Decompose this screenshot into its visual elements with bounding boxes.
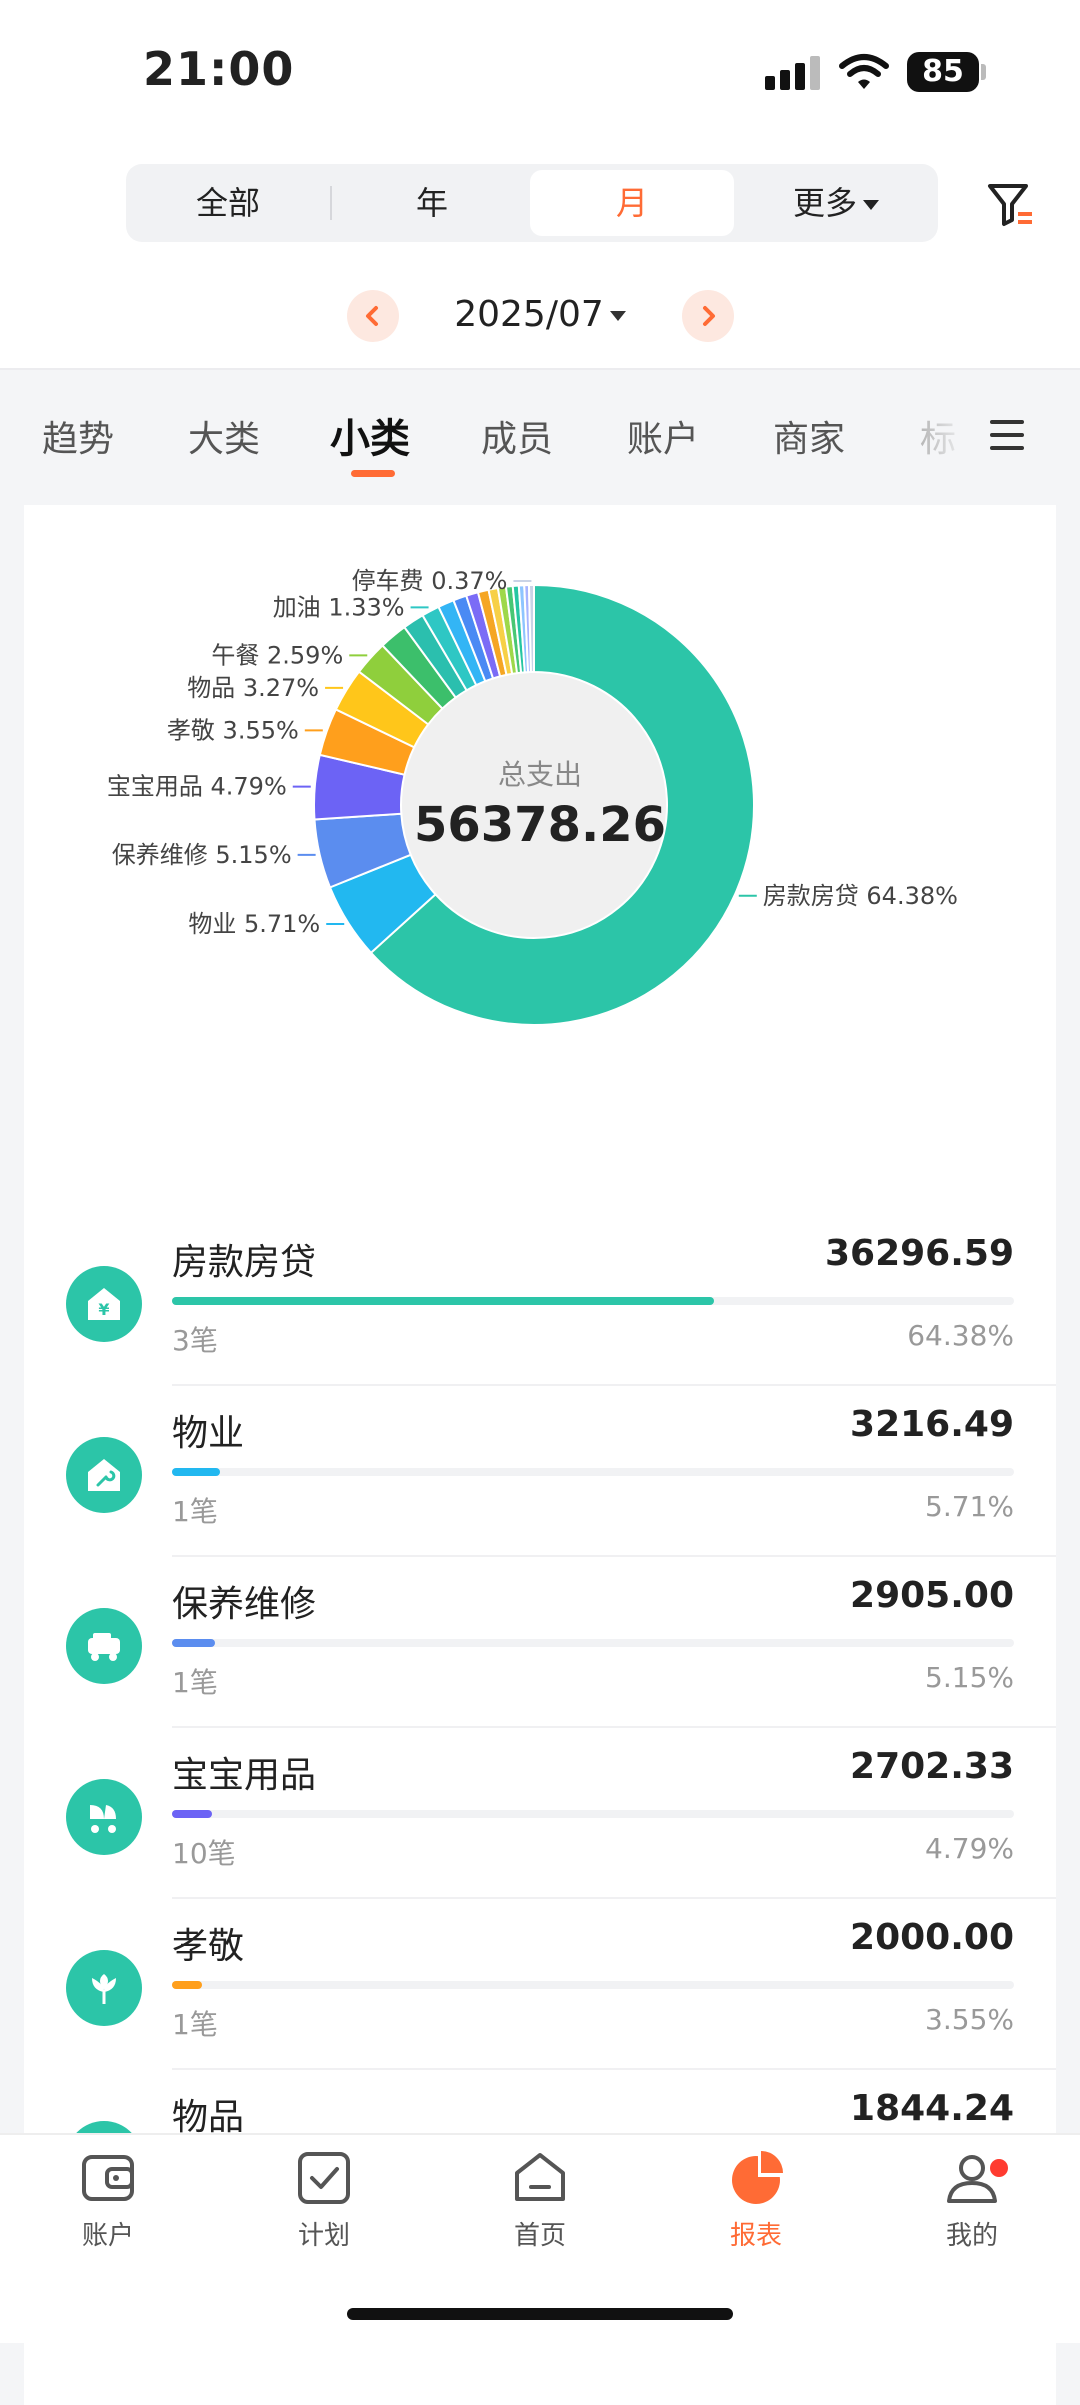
wifi-icon	[839, 54, 889, 89]
chevron-right-icon	[703, 306, 715, 326]
cellular-signal-icon	[765, 56, 825, 90]
category-progress-fill	[172, 1639, 216, 1647]
house-yuan-icon: ¥	[66, 1266, 142, 1342]
report-card: 房款房贷 64.38% 物业 5.71% 保养维修 5.15% 宝宝用品 4.79% 孝…	[24, 505, 1056, 2405]
category-amount: 2905.00	[850, 1575, 1014, 1616]
wallet-icon	[82, 2155, 134, 2201]
checkbox-icon	[298, 2152, 350, 2204]
tab-subcategory[interactable]: 小类	[330, 406, 410, 464]
flower-icon	[66, 1950, 142, 2026]
period-segmented-control: 全部 年 月 更多	[126, 164, 938, 242]
tab-overflow-fade	[910, 400, 970, 470]
car-wrench-icon	[66, 1608, 142, 1684]
svg-text:¥: ¥	[98, 1300, 109, 1319]
pie-chart-icon	[732, 2151, 783, 2204]
user-icon	[947, 2155, 997, 2203]
category-percent: 5.15%	[925, 1661, 1014, 1694]
battery-level: 85	[907, 52, 979, 92]
category-percent: 4.79%	[925, 1832, 1014, 1865]
category-row[interactable]: 宝宝用品 2702.33 10笔 4.79%	[24, 1728, 1056, 1899]
current-period[interactable]: 2025/07	[0, 294, 1080, 335]
notification-badge	[990, 2159, 1008, 2177]
baby-stroller-icon	[66, 1779, 142, 1855]
filter-icon[interactable]	[986, 180, 1036, 230]
category-progress-fill	[172, 1981, 202, 1989]
category-record-count: 1笔	[172, 2008, 218, 2041]
category-percent: 64.38%	[907, 1319, 1014, 1352]
tab-merchant[interactable]: 商家	[773, 410, 845, 462]
nav-profile[interactable]: 我的	[912, 2149, 1032, 2252]
category-row[interactable]: 物业 3216.49 1笔 5.71%	[24, 1386, 1056, 1557]
nav-account[interactable]: 账户	[48, 2149, 168, 2252]
category-record-count: 10笔	[172, 1837, 236, 1870]
category-name: 孝敬	[172, 1926, 245, 1967]
house-wrench-icon	[66, 1437, 142, 1513]
category-progress-track	[172, 1297, 1014, 1305]
home-indicator	[347, 2308, 733, 2320]
period-navigator: 2025/07	[0, 290, 1080, 350]
category-record-count: 1笔	[172, 1666, 218, 1699]
slice-label: 停车费 0.37%	[352, 567, 508, 595]
slice-label: 加油 1.33%	[273, 593, 405, 621]
category-row[interactable]: 孝敬 2000.00 1笔 3.55%	[24, 1899, 1056, 2070]
category-progress-track	[172, 1810, 1014, 1818]
tab-member[interactable]: 成员	[481, 410, 553, 462]
nav-plan[interactable]: 计划	[264, 2149, 384, 2252]
battery-tip	[981, 64, 986, 80]
category-amount: 2702.33	[850, 1746, 1014, 1787]
category-progress-fill	[172, 1297, 715, 1305]
menu-icon[interactable]	[990, 420, 1024, 450]
dimension-tabs: 趋势 大类 小类 成员 账户 商家 标	[0, 370, 1080, 480]
slice-label: 物品 3.27%	[187, 674, 319, 702]
nav-home[interactable]: 首页	[480, 2149, 600, 2252]
caret-down-icon	[863, 200, 879, 210]
category-progress-track	[172, 1468, 1014, 1476]
category-progress-track	[172, 1981, 1014, 1989]
active-tab-indicator	[351, 470, 395, 477]
category-amount: 36296.59	[824, 1233, 1014, 1274]
donut-slice[interactable]	[527, 583, 535, 674]
category-name: 宝宝用品	[172, 1755, 317, 1796]
category-amount: 2000.00	[850, 1917, 1014, 1958]
category-percent: 5.71%	[925, 1490, 1014, 1523]
segment-all[interactable]: 全部	[126, 170, 330, 236]
slice-label: 房款房贷 64.38%	[763, 882, 958, 910]
slice-label: 孝敬 3.55%	[167, 716, 299, 744]
segment-month[interactable]: 月	[530, 170, 734, 236]
total-amount: 56378.26	[413, 797, 667, 853]
status-time: 21:00	[143, 42, 295, 96]
caret-down-icon	[609, 311, 626, 321]
slice-label: 午餐 2.59%	[211, 641, 343, 669]
total-label: 总支出	[497, 758, 582, 791]
category-progress-fill	[172, 1468, 221, 1476]
home-icon	[515, 2153, 565, 2201]
category-record-count: 1笔	[172, 1495, 218, 1528]
tab-account[interactable]: 账户	[627, 410, 699, 462]
category-name: 保养维修	[172, 1584, 317, 1625]
next-month-button[interactable]	[682, 290, 734, 342]
tab-trend[interactable]: 趋势	[42, 410, 114, 462]
category-record-count: 3笔	[172, 1324, 218, 1357]
category-row[interactable]: ¥ 房款房贷 36296.59 3笔 64.38%	[24, 1215, 1056, 1386]
category-progress-fill	[172, 1810, 213, 1818]
tab-major-category[interactable]: 大类	[188, 410, 260, 462]
category-amount: 1844.24	[850, 2088, 1014, 2129]
slice-label: 物业 5.71%	[188, 910, 320, 938]
category-percent: 3.55%	[925, 2003, 1014, 2036]
segment-year[interactable]: 年	[332, 170, 532, 236]
category-row[interactable]: 保养维修 2905.00 1笔 5.15%	[24, 1557, 1056, 1728]
nav-report[interactable]: 报表	[696, 2149, 816, 2252]
segment-more[interactable]: 更多	[734, 170, 938, 236]
status-bar: 21:00 85	[0, 0, 1080, 140]
category-amount: 3216.49	[850, 1404, 1014, 1445]
category-name: 房款房贷	[172, 1242, 317, 1283]
report-header: 全部 年 月 更多 2025/07	[0, 140, 1080, 370]
category-progress-track	[172, 1639, 1014, 1647]
category-name: 物业	[172, 1413, 245, 1454]
